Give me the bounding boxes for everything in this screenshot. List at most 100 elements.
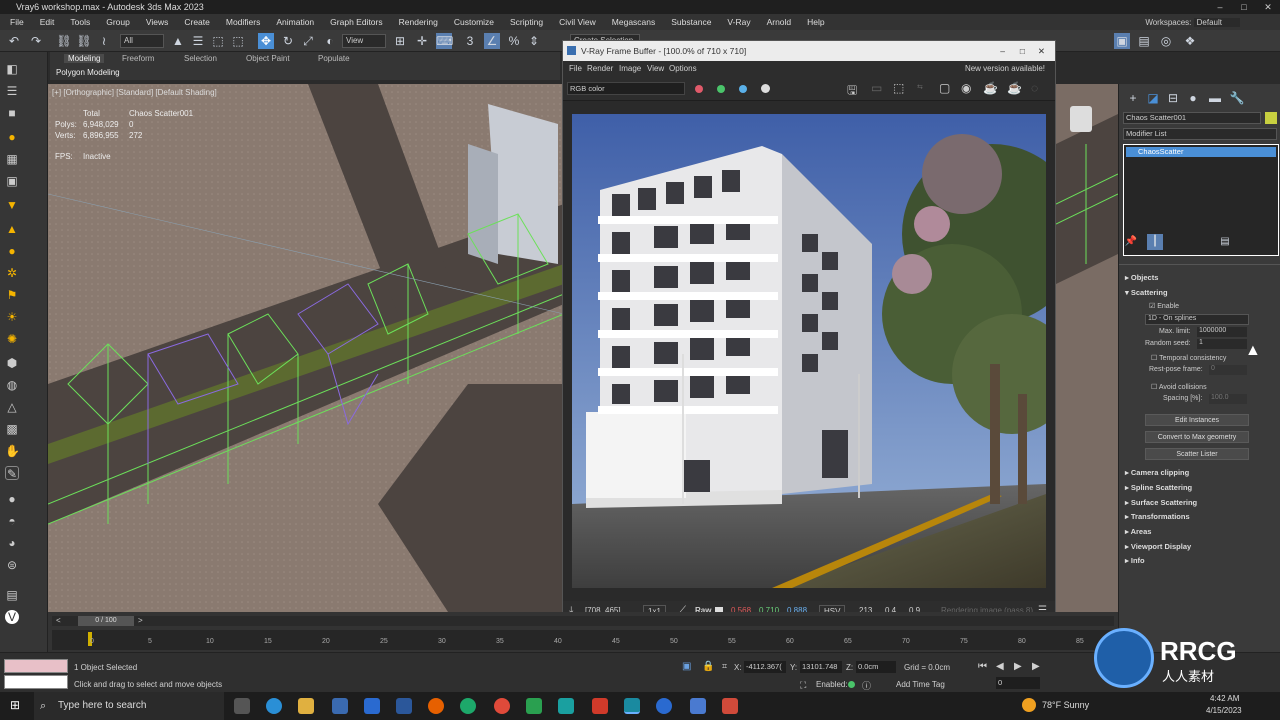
stop-render-icon[interactable]: ◌ [1031, 81, 1038, 95]
select-object-icon[interactable]: ▲ [170, 33, 186, 49]
keyboard-shortcut-icon[interactable]: ⌨ [436, 33, 453, 49]
viewport-perspective[interactable] [1056, 84, 1118, 612]
gear-icon[interactable]: ✲ [5, 266, 19, 280]
workspaces[interactable]: Workspaces: Default [1145, 17, 1240, 27]
angle-snap-icon[interactable]: ∠ [484, 33, 500, 49]
reference-coord-dropdown[interactable]: View [342, 34, 386, 48]
store-icon[interactable] [332, 698, 348, 714]
render-production-icon[interactable]: ◎ [1158, 33, 1174, 49]
pivot-icon[interactable]: ⊞ [392, 33, 408, 49]
ribbon-subtab-polygon-modeling[interactable]: Polygon Modeling [56, 68, 120, 77]
teapot-icon[interactable]: ● [5, 130, 19, 144]
configure-sets-icon[interactable]: ▤ [1217, 234, 1233, 250]
vfb-menu-options[interactable]: Options [669, 61, 697, 77]
spacing-spinner[interactable]: 100.0 [1209, 394, 1247, 404]
rest-pose-spinner[interactable]: 0 [1209, 365, 1247, 375]
vray-icon[interactable] [656, 698, 672, 714]
red-channel-toggle[interactable] [695, 85, 703, 93]
recorder-icon[interactable] [722, 698, 738, 714]
time-slider-frame[interactable]: 0 / 100 [78, 616, 134, 626]
taskbar-search[interactable]: ⌕ Type here to search [34, 692, 224, 720]
vfb-menu-image[interactable]: Image [619, 61, 641, 77]
sprayer-icon[interactable]: ⊜ [5, 558, 19, 572]
vfb-icon[interactable] [690, 698, 706, 714]
rollout-objects[interactable]: ▸ Objects [1125, 273, 1158, 282]
hand-icon[interactable]: ✋ [5, 444, 20, 458]
close-button[interactable]: ✕ [1256, 0, 1280, 14]
temporal-consistency-checkbox[interactable]: ☐ Temporal consistency [1151, 354, 1226, 362]
camtasia-icon[interactable] [526, 698, 542, 714]
stack-icon[interactable]: ▦ [5, 152, 19, 166]
link-icon[interactable]: ⛓ [56, 33, 72, 49]
menu-create[interactable]: Create [176, 17, 218, 27]
vfb-maximize-button[interactable]: □ [1020, 41, 1025, 61]
light-icon[interactable]: ▲ [5, 222, 19, 236]
utilities-tab-icon[interactable]: 🔧 [1229, 90, 1245, 106]
clock-date[interactable]: 4/15/2023 [1206, 706, 1242, 715]
scene-explorer-icon[interactable]: ◧ [5, 62, 19, 76]
viewport-label[interactable]: [+] [Orthographic] [Standard] [Default S… [52, 88, 217, 97]
motion-tab-icon[interactable]: ● [1185, 90, 1201, 106]
time-slider-prev-icon[interactable]: < [52, 616, 61, 625]
fit-view-icon[interactable]: ▢ [939, 81, 950, 95]
triangle-icon[interactable]: △ [5, 400, 19, 414]
rollout-surface-scattering[interactable]: ▸ Surface Scattering [1125, 498, 1197, 507]
menu-animation[interactable]: Animation [268, 17, 322, 27]
vfb-update-notice[interactable]: New version available! [965, 61, 1045, 77]
weather-text[interactable]: 78°F Sunny [1042, 700, 1089, 710]
menu-modifiers[interactable]: Modifiers [218, 17, 268, 27]
copy-image-icon[interactable]: ▭ [871, 81, 882, 95]
y-coordinate-field[interactable]: 13101.748 [800, 661, 842, 673]
go-to-start-icon[interactable]: ⏮ [978, 661, 987, 672]
chrome-icon[interactable] [494, 698, 510, 714]
rollout-camera-clipping[interactable]: ▸ Camera clipping [1125, 468, 1189, 477]
layer-explorer-icon[interactable]: ☰ [5, 84, 19, 98]
clock-time[interactable]: 4:42 AM [1210, 694, 1239, 703]
z-coordinate-field[interactable]: 0.0cm [856, 661, 896, 673]
maximize-button[interactable]: □ [1232, 0, 1256, 14]
sun-icon[interactable]: ☀ [5, 310, 19, 324]
mail-icon[interactable] [364, 698, 380, 714]
absolute-mode-icon[interactable]: ⌗ [722, 661, 727, 672]
adaptive-degradation-icon[interactable]: ⛶ [800, 680, 806, 691]
rect-selection-icon[interactable]: ⬚ [210, 33, 226, 49]
play-icon[interactable]: ▶ [1014, 661, 1022, 672]
interactive-render-icon[interactable]: ☕ [1007, 81, 1022, 95]
percent-snap-icon[interactable]: % [506, 33, 522, 49]
menu-vray[interactable]: V-Ray [719, 17, 758, 27]
x-coordinate-field[interactable]: -4112.367( [744, 661, 786, 673]
object-color-swatch[interactable] [1265, 112, 1277, 124]
scale-icon[interactable]: ⤢ [300, 33, 316, 49]
modifier-list-dropdown[interactable]: Modifier List [1123, 128, 1277, 140]
vfb-menu-view[interactable]: View [647, 61, 664, 77]
previous-frame-icon[interactable]: ◀ [996, 661, 1004, 672]
max-limit-spinner[interactable]: 1000000 [1197, 327, 1247, 337]
acrobat-icon[interactable] [592, 698, 608, 714]
menu-megascans[interactable]: Megascans [604, 17, 663, 27]
place-icon[interactable]: ◐ [322, 33, 338, 49]
box-icon[interactable]: ▣ [5, 174, 19, 188]
blue-channel-toggle[interactable] [739, 85, 747, 93]
modify-tab-icon[interactable]: ◪ [1145, 90, 1161, 106]
isolate-icon[interactable]: ▣ [682, 661, 691, 672]
render-frame-icon[interactable]: ▤ [1136, 33, 1152, 49]
file-explorer-icon[interactable] [298, 698, 314, 714]
3dsmax-icon[interactable] [624, 698, 640, 714]
unlink-icon[interactable]: ⛓ [76, 33, 92, 49]
display-tab-icon[interactable]: ▬ [1207, 90, 1223, 106]
weather-icon[interactable] [1022, 698, 1036, 712]
menu-civil-view[interactable]: Civil View [551, 17, 604, 27]
grid-icon[interactable]: ▩ [5, 422, 19, 436]
selection-filter-dropdown[interactable]: All [120, 34, 164, 48]
rotate-icon[interactable]: ↻ [280, 33, 296, 49]
create-tab-icon[interactable]: + [1125, 90, 1141, 106]
3dsmax-old-icon[interactable] [558, 698, 574, 714]
ribbon-tab-freeform[interactable]: Freeform [122, 54, 154, 63]
render-icon[interactable]: ❖ [1182, 33, 1198, 49]
menu-file[interactable]: File [2, 17, 32, 27]
vfb-channel-dropdown[interactable]: RGB color [567, 82, 685, 95]
maxscript-listener[interactable] [4, 659, 68, 673]
minimize-button[interactable]: – [1208, 0, 1232, 14]
edit-instances-button[interactable]: Edit Instances [1145, 414, 1249, 426]
menu-group[interactable]: Group [98, 17, 138, 27]
